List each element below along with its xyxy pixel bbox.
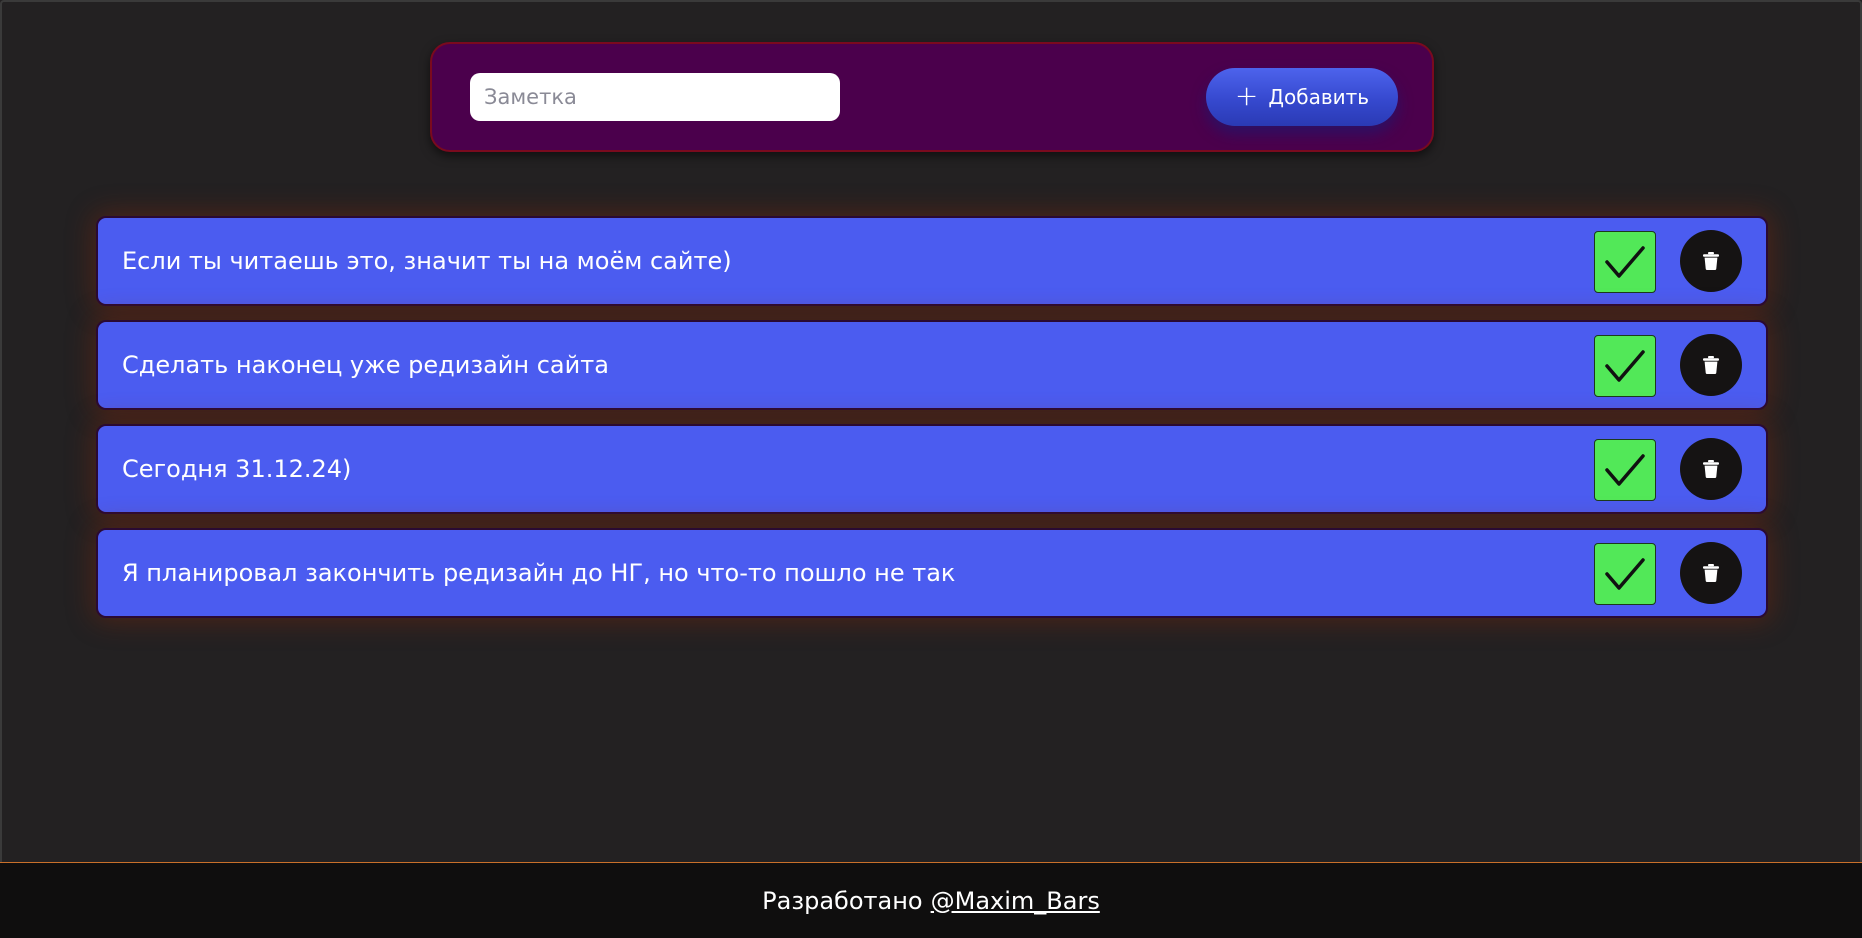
note-text: Я планировал закончить редизайн до НГ, н… xyxy=(122,559,956,587)
trash-icon xyxy=(1703,564,1719,582)
note-item: Сделать наконец уже редизайн сайта xyxy=(96,320,1768,410)
done-button[interactable] xyxy=(1594,231,1656,293)
note-input[interactable] xyxy=(470,73,840,121)
delete-button[interactable] xyxy=(1680,230,1742,292)
note-text: Сделать наконец уже редизайн сайта xyxy=(122,351,609,379)
author-link[interactable]: @Maxim_Bars xyxy=(931,887,1100,915)
footer: Разработано @Maxim_Bars xyxy=(0,862,1862,938)
add-note-panel: + Добавить xyxy=(430,42,1434,152)
note-item: Сегодня 31.12.24) xyxy=(96,424,1768,514)
checkmark-icon xyxy=(1605,558,1645,590)
footer-credit-text: Разработано xyxy=(762,886,923,915)
trash-icon xyxy=(1703,356,1719,374)
trash-icon xyxy=(1703,252,1719,270)
note-text: Если ты читаешь это, значит ты на моём с… xyxy=(122,247,732,275)
done-button[interactable] xyxy=(1594,335,1656,397)
delete-button[interactable] xyxy=(1680,542,1742,604)
add-button-label: Добавить xyxy=(1268,85,1370,109)
trash-icon xyxy=(1703,460,1719,478)
delete-button[interactable] xyxy=(1680,438,1742,500)
done-button[interactable] xyxy=(1594,543,1656,605)
notes-list: Если ты читаешь это, значит ты на моём с… xyxy=(96,216,1768,632)
plus-icon: + xyxy=(1234,78,1259,112)
checkmark-icon xyxy=(1605,350,1645,382)
note-item: Если ты читаешь это, значит ты на моём с… xyxy=(96,216,1768,306)
checkmark-icon xyxy=(1605,246,1645,278)
checkmark-icon xyxy=(1605,454,1645,486)
delete-button[interactable] xyxy=(1680,334,1742,396)
note-item: Я планировал закончить редизайн до НГ, н… xyxy=(96,528,1768,618)
add-button[interactable]: + Добавить xyxy=(1206,68,1398,126)
note-text: Сегодня 31.12.24) xyxy=(122,455,352,483)
done-button[interactable] xyxy=(1594,439,1656,501)
